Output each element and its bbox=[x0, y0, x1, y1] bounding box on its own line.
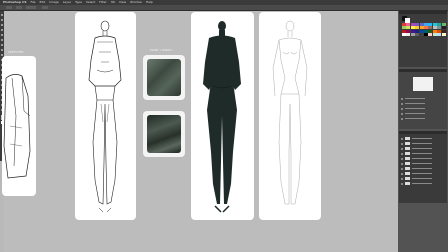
right-panel-dock bbox=[398, 11, 448, 252]
jacket-sketch-card bbox=[2, 56, 36, 196]
brushes-panel-header[interactable] bbox=[399, 69, 447, 72]
color-swatch[interactable] bbox=[410, 33, 415, 37]
move-tool-icon[interactable] bbox=[1, 14, 3, 16]
colored-figure-card bbox=[191, 12, 254, 220]
color-swatch[interactable] bbox=[415, 33, 420, 37]
brushes-panel bbox=[399, 69, 447, 129]
layer-row[interactable] bbox=[401, 182, 445, 185]
color-swatch[interactable] bbox=[432, 33, 437, 37]
fabric-swatch-card-1 bbox=[143, 55, 185, 100]
color-swatch[interactable] bbox=[419, 33, 424, 37]
brush-tool-icon[interactable] bbox=[1, 49, 3, 51]
color-swatch[interactable] bbox=[406, 33, 411, 37]
layer-row[interactable] bbox=[401, 167, 445, 170]
fabric-swatch-2[interactable] bbox=[147, 115, 181, 153]
option-button[interactable] bbox=[42, 6, 48, 9]
crop-tool-icon[interactable] bbox=[1, 34, 3, 36]
brush-preview bbox=[413, 77, 433, 91]
brush-preset-row[interactable] bbox=[401, 107, 445, 110]
jacket-sketch bbox=[3, 74, 31, 179]
layer-row[interactable] bbox=[401, 137, 445, 140]
document-canvas[interactable]: SKETCHES PRINT / FABRIC bbox=[2, 11, 398, 252]
layer-row[interactable] bbox=[401, 157, 445, 160]
marquee-tool-icon[interactable] bbox=[1, 19, 3, 21]
brush-preset-row[interactable] bbox=[401, 97, 445, 100]
colored-figure bbox=[203, 21, 241, 213]
fabric-swatch-1[interactable] bbox=[147, 59, 181, 96]
healing-tool-icon[interactable] bbox=[1, 44, 3, 46]
outfit-sketch-card bbox=[75, 12, 136, 220]
layer-row[interactable] bbox=[401, 147, 445, 150]
brush-preset-row[interactable] bbox=[401, 117, 445, 120]
color-swatch[interactable] bbox=[423, 33, 428, 37]
left-card-label: SKETCHES bbox=[8, 50, 24, 54]
layer-row[interactable] bbox=[401, 177, 445, 180]
color-swatch[interactable] bbox=[402, 33, 406, 37]
swatches-grid bbox=[402, 23, 446, 37]
outfit-line-drawing bbox=[88, 20, 122, 213]
lasso-tool-icon[interactable] bbox=[1, 24, 3, 26]
magic-wand-tool-icon[interactable] bbox=[1, 29, 3, 31]
color-swatch[interactable] bbox=[437, 33, 442, 37]
option-field[interactable] bbox=[26, 6, 36, 9]
layer-row[interactable] bbox=[401, 172, 445, 175]
layer-row[interactable] bbox=[401, 162, 445, 165]
swatch-card-label: PRINT / FABRIC bbox=[150, 48, 173, 52]
layer-row[interactable] bbox=[401, 142, 445, 145]
fabric-swatch-card-2 bbox=[143, 111, 185, 157]
layers-panel bbox=[399, 131, 447, 203]
layers-panel-header[interactable] bbox=[399, 131, 447, 134]
brush-preset-row[interactable] bbox=[401, 112, 445, 115]
layer-row[interactable] bbox=[401, 152, 445, 155]
croquis-outline bbox=[272, 20, 308, 205]
eyedropper-tool-icon[interactable] bbox=[1, 39, 3, 41]
color-swatch[interactable] bbox=[441, 33, 446, 37]
option-button[interactable] bbox=[16, 6, 22, 9]
option-button[interactable] bbox=[6, 6, 12, 9]
brush-preset-row[interactable] bbox=[401, 102, 445, 105]
croquis-card bbox=[259, 12, 321, 220]
color-panel bbox=[399, 11, 447, 67]
color-panel-header[interactable] bbox=[399, 11, 447, 14]
color-swatch[interactable] bbox=[428, 33, 433, 37]
